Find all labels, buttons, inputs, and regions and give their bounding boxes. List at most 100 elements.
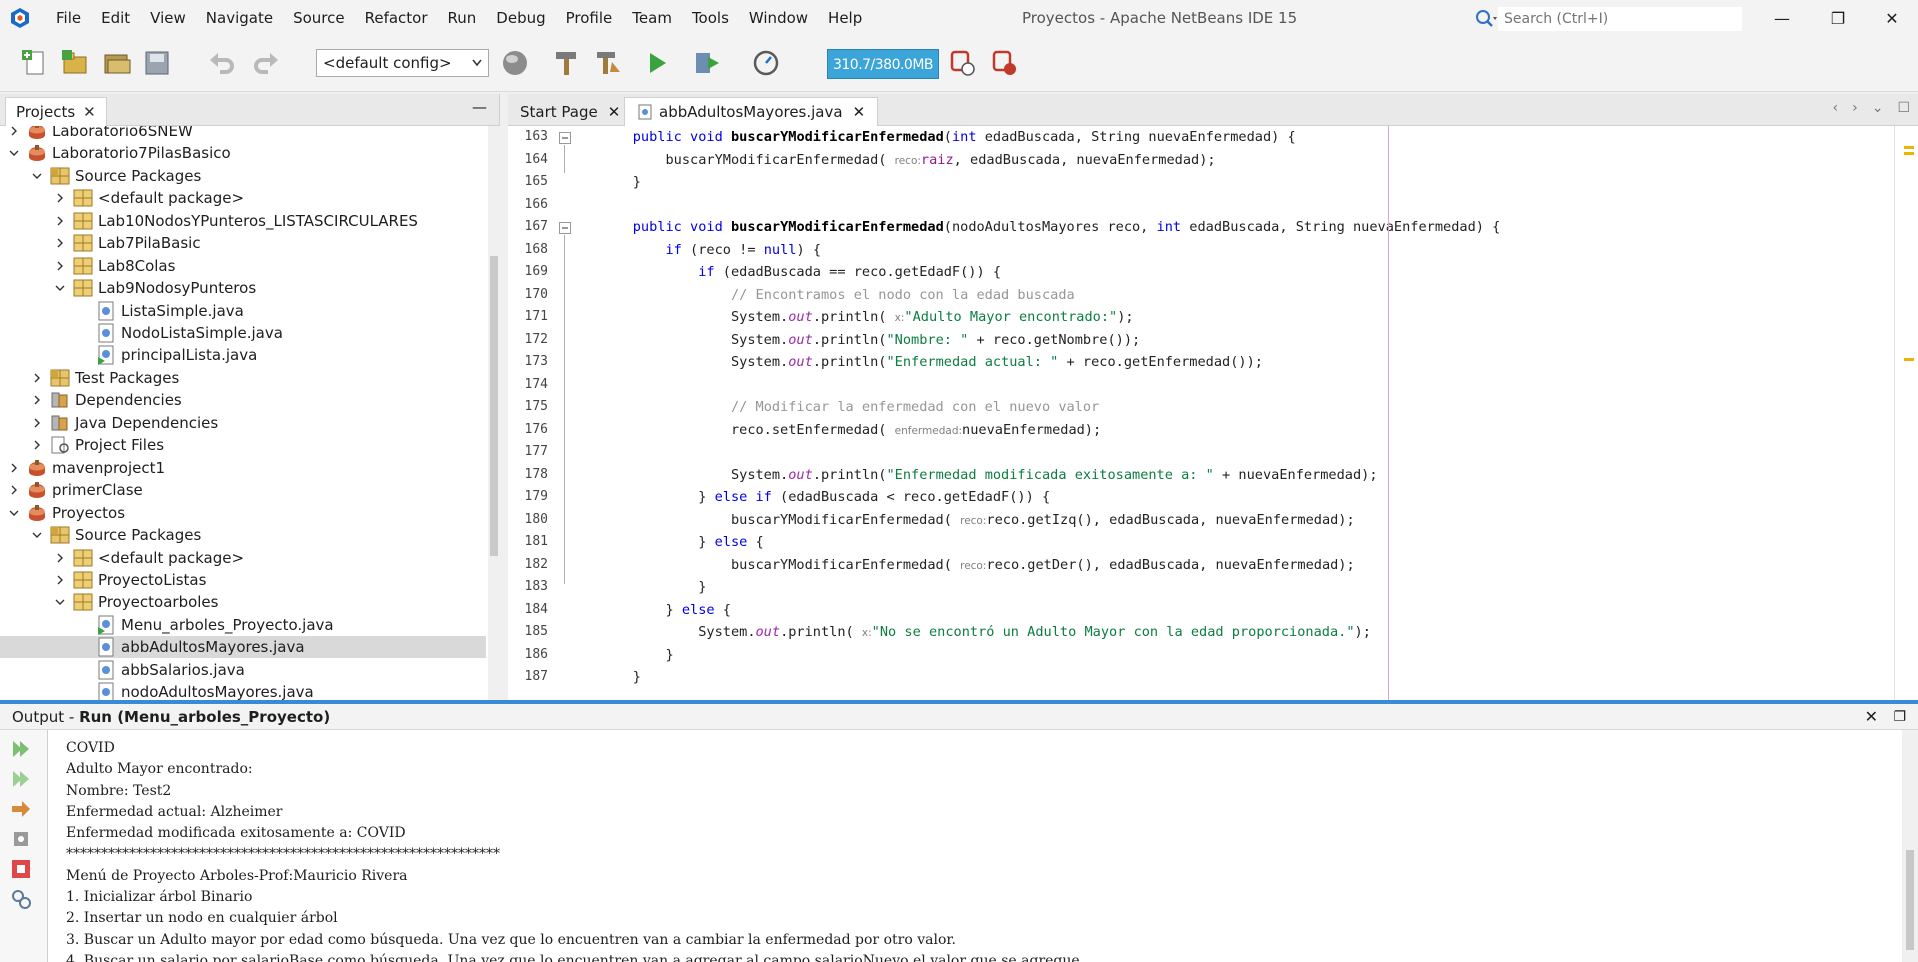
tree-scrollbar[interactable] <box>488 126 500 700</box>
close-icon[interactable]: ✕ <box>853 103 866 121</box>
chevron-left-icon[interactable]: ‹ <box>1832 100 1838 116</box>
chevron-down-icon[interactable] <box>8 147 20 159</box>
menu-team[interactable]: Team <box>622 0 682 36</box>
tab-abbadultosmayores[interactable]: abbAdultosMayores.java ✕ <box>624 97 879 126</box>
chevron-right-icon[interactable] <box>31 439 43 451</box>
chevron-down-icon[interactable] <box>54 596 66 608</box>
chevron-right-icon[interactable] <box>8 462 20 474</box>
close-icon[interactable]: ✕ <box>1865 704 1878 730</box>
undo-icon[interactable] <box>208 48 238 78</box>
stop-icon[interactable] <box>10 858 32 880</box>
menu-file[interactable]: File <box>46 0 91 36</box>
menu-run[interactable]: Run <box>438 0 487 36</box>
menu-edit[interactable]: Edit <box>91 0 140 36</box>
tree-item[interactable]: <default package> <box>0 547 486 569</box>
tree-item[interactable]: primerClase <box>0 479 486 501</box>
tree-item[interactable]: Lab8Colas <box>0 255 486 277</box>
maximize-icon[interactable]: ❐ <box>1893 704 1906 730</box>
tree-item[interactable]: mavenproject1 <box>0 457 486 479</box>
tree-item[interactable]: Test Packages <box>0 367 486 389</box>
chevron-right-icon[interactable] <box>31 394 43 406</box>
tree-item[interactable]: Laboratorio6SNEW <box>0 126 486 142</box>
open-project-icon[interactable] <box>102 48 132 78</box>
globe-icon[interactable] <box>500 48 530 78</box>
settings-icon[interactable] <box>10 828 32 850</box>
close-button[interactable]: ✕ <box>1868 0 1916 36</box>
close-icon[interactable]: ✕ <box>83 103 96 121</box>
chevron-right-icon[interactable] <box>54 552 66 564</box>
options-icon[interactable] <box>10 888 32 910</box>
chevron-down-icon[interactable] <box>31 170 43 182</box>
menu-debug[interactable]: Debug <box>486 0 555 36</box>
run-project-icon[interactable] <box>642 48 672 78</box>
tree-item[interactable]: ProyectoListas <box>0 569 486 591</box>
menu-refactor[interactable]: Refactor <box>355 0 438 36</box>
minimize-panel-button[interactable]: — <box>472 98 487 116</box>
chevron-down-icon[interactable]: ⌄ <box>1872 100 1884 116</box>
tree-item[interactable]: Laboratorio7PilasBasico <box>0 142 486 164</box>
tab-projects[interactable]: Projects ✕ <box>5 97 107 126</box>
minimize-button[interactable]: — <box>1758 0 1806 36</box>
menu-profile[interactable]: Profile <box>556 0 623 36</box>
profile-project-icon[interactable] <box>752 48 782 78</box>
tree-item[interactable]: Lab7PilaBasic <box>0 232 486 254</box>
scroll-thumb[interactable] <box>1906 850 1914 950</box>
chevron-down-icon[interactable] <box>8 507 20 519</box>
fold-collapse-icon[interactable] <box>559 222 571 234</box>
forward-arrow-icon[interactable] <box>10 798 32 820</box>
rerun-icon[interactable] <box>10 738 32 760</box>
chevron-right-icon[interactable] <box>54 574 66 586</box>
chevron-right-icon[interactable] <box>54 260 66 272</box>
output-console[interactable]: COVID Adulto Mayor encontrado: Nombre: T… <box>66 738 1886 962</box>
chevron-right-icon[interactable] <box>54 215 66 227</box>
scroll-thumb[interactable] <box>490 256 498 556</box>
menu-source[interactable]: Source <box>283 0 355 36</box>
tree-item[interactable]: abbAdultosMayores.java <box>0 636 486 659</box>
search-input[interactable] <box>1498 7 1742 31</box>
tree-item[interactable]: Project Files <box>0 434 486 456</box>
tree-item[interactable]: Dependencies <box>0 389 486 411</box>
tree-item[interactable]: Menu_arboles_Proyecto.java <box>0 614 486 636</box>
memory-indicator[interactable]: 310.7/380.0MB <box>827 49 939 79</box>
debug-project-icon[interactable] <box>692 48 722 78</box>
save-all-icon[interactable] <box>142 48 172 78</box>
tab-start-page[interactable]: Start Page ✕ <box>508 97 632 126</box>
chevron-down-icon[interactable] <box>31 529 43 541</box>
menu-window[interactable]: Window <box>739 0 818 36</box>
tree-item[interactable]: NodoListaSimple.java <box>0 322 486 344</box>
profiler-snapshot-icon[interactable] <box>990 48 1020 78</box>
search-icon[interactable] <box>1474 8 1498 30</box>
tree-item[interactable]: principalLista.java <box>0 344 486 366</box>
maximize-icon[interactable]: ☐ <box>1897 100 1910 116</box>
gc-icon[interactable] <box>948 48 978 78</box>
config-select[interactable]: <default config> <box>316 49 489 77</box>
chevron-right-icon[interactable] <box>31 372 43 384</box>
clean-build-icon[interactable] <box>594 48 624 78</box>
tree-item[interactable]: Lab9NodosyPunteros <box>0 277 486 299</box>
tree-item[interactable]: Proyectos <box>0 502 486 524</box>
menu-view[interactable]: View <box>140 0 196 36</box>
tree-item[interactable]: Proyectoarboles <box>0 591 486 613</box>
code-area[interactable]: public void buscarYModificarEnfermedad(i… <box>576 126 1894 700</box>
new-file-icon[interactable] <box>20 48 50 78</box>
redo-icon[interactable] <box>250 48 280 78</box>
tree-item[interactable]: Source Packages <box>0 165 486 187</box>
tree-item[interactable]: <default package> <box>0 187 486 209</box>
chevron-right-icon[interactable]: › <box>1852 100 1858 116</box>
warning-marker[interactable] <box>1904 152 1914 155</box>
output-scrollbar[interactable] <box>1902 730 1918 962</box>
tree-item[interactable]: Source Packages <box>0 524 486 546</box>
new-project-icon[interactable] <box>60 48 90 78</box>
tree-item[interactable]: Java Dependencies <box>0 412 486 434</box>
fold-collapse-icon[interactable] <box>559 132 571 144</box>
chevron-right-icon[interactable] <box>8 126 20 137</box>
restore-button[interactable]: ❐ <box>1814 0 1862 36</box>
warning-marker[interactable] <box>1904 358 1914 361</box>
tree-item[interactable]: ListaSimple.java <box>0 300 486 322</box>
chevron-down-icon[interactable] <box>54 282 66 294</box>
tree-item[interactable]: nodoAdultosMayores.java <box>0 681 486 700</box>
chevron-right-icon[interactable] <box>31 417 43 429</box>
rerun-with-params-icon[interactable] <box>10 768 32 790</box>
warning-marker[interactable] <box>1904 146 1914 149</box>
tree-item[interactable]: abbSalarios.java <box>0 659 486 681</box>
